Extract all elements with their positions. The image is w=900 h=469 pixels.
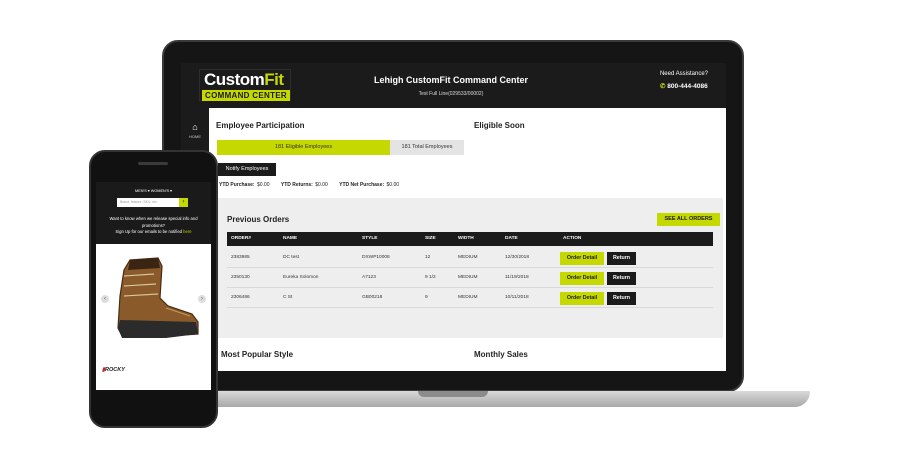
order-detail-button[interactable]: Order Detail: [560, 272, 604, 285]
sidebar-item-home-label[interactable]: HOME: [183, 134, 207, 139]
return-button[interactable]: Return: [607, 292, 636, 305]
logo-wordmark: CustomFit: [204, 70, 284, 89]
order-width: MEDIUM: [458, 255, 478, 260]
ytd-summary: YTD Purchase: $0.00 YTD Returns: $0.00 Y…: [219, 182, 409, 188]
work-boot-image[interactable]: [106, 256, 201, 344]
col-width: WIDTH: [458, 236, 474, 241]
logo-subtitle: COMMAND CENTER: [202, 90, 290, 101]
ytd-net-label: YTD Net Purchase:: [339, 182, 385, 188]
order-name: DC test: [283, 255, 299, 260]
order-date: 11/19/2018: [505, 275, 529, 280]
product-carousel: ‹ › ▮ROCKY: [96, 244, 211, 390]
ytd-net-value: $0.00: [386, 182, 400, 188]
table-row: 2350130 Eureka Solomon A7123 9 1/2 MEDIU…: [227, 268, 713, 288]
notify-employees-button[interactable]: Notify Employees: [218, 163, 276, 176]
search-icon[interactable]: ›: [179, 198, 188, 207]
device-mockup: CustomFit COMMAND CENTER Lehigh CustomFi…: [0, 0, 900, 469]
phone-speaker: [138, 162, 168, 165]
rocky-brand-logo: ▮ROCKY: [102, 367, 125, 373]
customfit-logo[interactable]: CustomFit COMMAND CENTER: [199, 69, 291, 101]
order-number: 2383985: [231, 255, 250, 260]
monthly-sales-heading: Monthly Sales: [474, 350, 528, 359]
order-style: A7123: [362, 275, 376, 280]
laptop-notch: [418, 391, 488, 397]
order-style: DXWP10008: [362, 255, 390, 260]
order-date: 10/11/2018: [505, 295, 529, 300]
previous-orders-panel: Previous Orders SEE ALL ORDERS ORDER# NA…: [217, 198, 723, 338]
promo-line: Sign Up for our emails to be notified: [115, 229, 182, 234]
promo-line: Want to know when we release special inf…: [109, 216, 198, 221]
table-row: 2383985 DC test DXWP10008 12 MEDIUM 12/3…: [227, 248, 713, 268]
phone-screen: MEN'S ▾ WOMEN'S ▾ Brand, feature, SKU, e…: [96, 182, 211, 390]
assistance-label: Need Assistance?: [659, 71, 708, 77]
order-size: 12: [425, 255, 431, 260]
laptop-screen: CustomFit COMMAND CENTER Lehigh CustomFi…: [181, 63, 726, 371]
total-employees-bar: 181 Total Employees: [390, 140, 464, 155]
return-button[interactable]: Return: [607, 272, 636, 285]
assistance-phone[interactable]: ✆ 800-444-4086: [660, 82, 708, 90]
return-button[interactable]: Return: [607, 252, 636, 265]
ytd-purchase-value: $0.00: [256, 182, 270, 188]
previous-orders-heading: Previous Orders: [227, 215, 290, 224]
assistance-block: Need Assistance? ✆ 800-444-4086: [660, 71, 708, 90]
ytd-returns-label: YTD Returns:: [280, 182, 313, 188]
page-title: Lehigh CustomFit Command Center: [373, 75, 528, 85]
phone-nav-menu[interactable]: MEN'S ▾ WOMEN'S ▾: [96, 188, 211, 193]
col-size: SIZE: [425, 236, 436, 241]
phone-promo-text: Want to know when we release special inf…: [98, 216, 209, 236]
home-icon[interactable]: ⌂: [189, 122, 201, 132]
order-detail-button[interactable]: Order Detail: [560, 252, 604, 265]
phone-icon: ✆: [659, 83, 666, 90]
order-size: 9 1/2: [425, 275, 436, 280]
order-detail-button[interactable]: Order Detail: [560, 292, 604, 305]
ytd-returns-value: $0.00: [315, 182, 328, 188]
account-subtitle: Test Full Line(029533/00002): [418, 91, 484, 97]
order-style: GB00218: [362, 295, 383, 300]
order-number: 2350130: [231, 275, 250, 280]
eligible-soon-heading: Eligible Soon: [474, 121, 525, 130]
order-name: C St: [283, 295, 293, 300]
table-row: 2306486 C St GB00218 9 MEDIUM 10/11/2018…: [227, 288, 713, 308]
col-date: DATE: [505, 236, 518, 241]
promo-signup-link[interactable]: here: [183, 229, 191, 234]
order-width: MEDIUM: [458, 275, 478, 280]
ytd-purchase-label: YTD Purchase:: [219, 182, 255, 188]
col-order: ORDER#: [231, 236, 251, 241]
most-popular-heading: Most Popular Style: [221, 350, 294, 359]
eligible-employees-bar: 181 Eligible Employees: [217, 140, 390, 155]
order-number: 2306486: [231, 295, 250, 300]
app-header: CustomFit COMMAND CENTER Lehigh CustomFi…: [181, 63, 726, 108]
order-width: MEDIUM: [458, 295, 478, 300]
col-name: NAME: [283, 236, 298, 241]
participation-heading: Employee Participation: [216, 121, 305, 130]
orders-table-header: ORDER# NAME STYLE SIZE WIDTH DATE ACTION: [227, 232, 713, 246]
order-size: 9: [425, 295, 428, 300]
order-date: 12/30/2018: [505, 255, 530, 260]
col-style: STYLE: [362, 236, 378, 241]
phone-search-input[interactable]: Brand, feature, SKU, etc.: [117, 198, 179, 207]
dashboard-main: Employee Participation Eligible Soon 181…: [209, 108, 726, 371]
col-action: ACTION: [563, 236, 582, 241]
order-name: Eureka Solomon: [283, 275, 319, 280]
see-all-orders-button[interactable]: SEE ALL ORDERS: [657, 213, 720, 226]
